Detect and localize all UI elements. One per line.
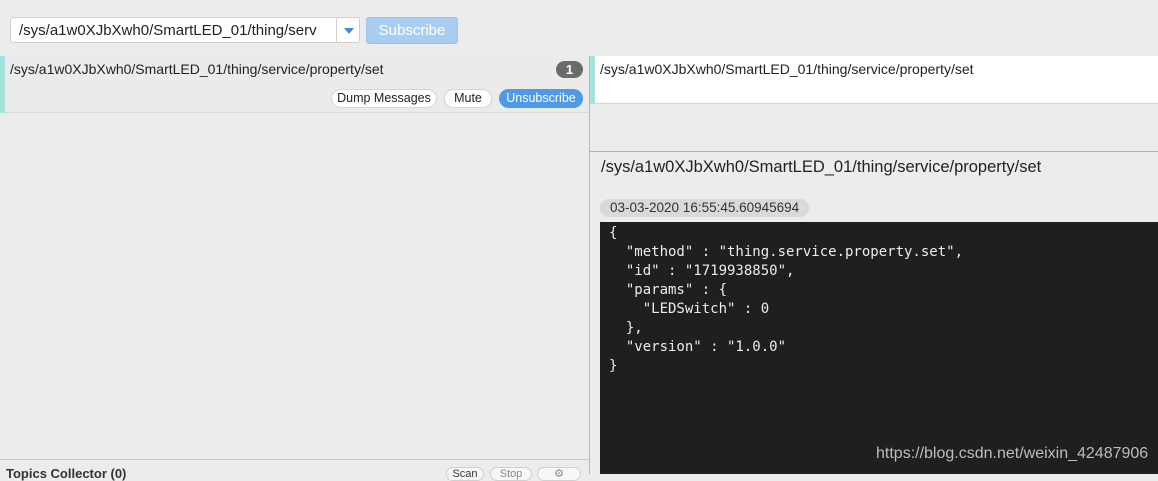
- payload-json: { "method" : "thing.service.property.set…: [609, 225, 964, 374]
- watermark: https://blog.csdn.net/weixin_42487906: [876, 445, 1149, 462]
- subscriptions-panel: /sys/a1w0XJbXwh0/SmartLED_01/thing/servi…: [0, 56, 589, 481]
- subscribe-toolbar: Subscribe: [0, 0, 1158, 56]
- topic-input[interactable]: [10, 17, 336, 43]
- collector-settings-button[interactable]: ⚙: [537, 467, 581, 481]
- message-topic: /sys/a1w0XJbXwh0/SmartLED_01/thing/servi…: [601, 158, 1042, 176]
- topic-history-dropdown[interactable]: [336, 17, 360, 43]
- message-timestamp: 03-03-2020 16:55:45.60945694: [600, 199, 810, 217]
- detail-splitter[interactable]: [590, 151, 1158, 152]
- selected-topic-color-marker: [590, 56, 595, 104]
- mute-button[interactable]: Mute: [444, 89, 492, 108]
- message-detail-panel: /sys/a1w0XJbXwh0/SmartLED_01/thing/servi…: [590, 56, 1158, 474]
- dump-messages-button[interactable]: Dump Messages: [331, 89, 437, 108]
- collector-scan-button[interactable]: Scan: [446, 467, 484, 481]
- subscribe-button[interactable]: Subscribe: [366, 17, 458, 44]
- subscription-color-marker: [0, 56, 5, 113]
- message-payload[interactable]: { "method" : "thing.service.property.set…: [600, 222, 1158, 474]
- collector-stop-button[interactable]: Stop: [490, 467, 532, 481]
- selected-topic-box: /sys/a1w0XJbXwh0/SmartLED_01/thing/servi…: [590, 56, 1158, 104]
- selected-topic: /sys/a1w0XJbXwh0/SmartLED_01/thing/servi…: [600, 61, 974, 77]
- caret-down-icon: [344, 28, 354, 34]
- subscription-item[interactable]: /sys/a1w0XJbXwh0/SmartLED_01/thing/servi…: [0, 56, 589, 113]
- unsubscribe-button[interactable]: Unsubscribe: [499, 89, 583, 108]
- subscription-topic: /sys/a1w0XJbXwh0/SmartLED_01/thing/servi…: [10, 61, 384, 77]
- message-count-badge: 1: [556, 61, 583, 78]
- topics-collector-bar: Topics Collector (0) Scan Stop ⚙: [0, 459, 589, 481]
